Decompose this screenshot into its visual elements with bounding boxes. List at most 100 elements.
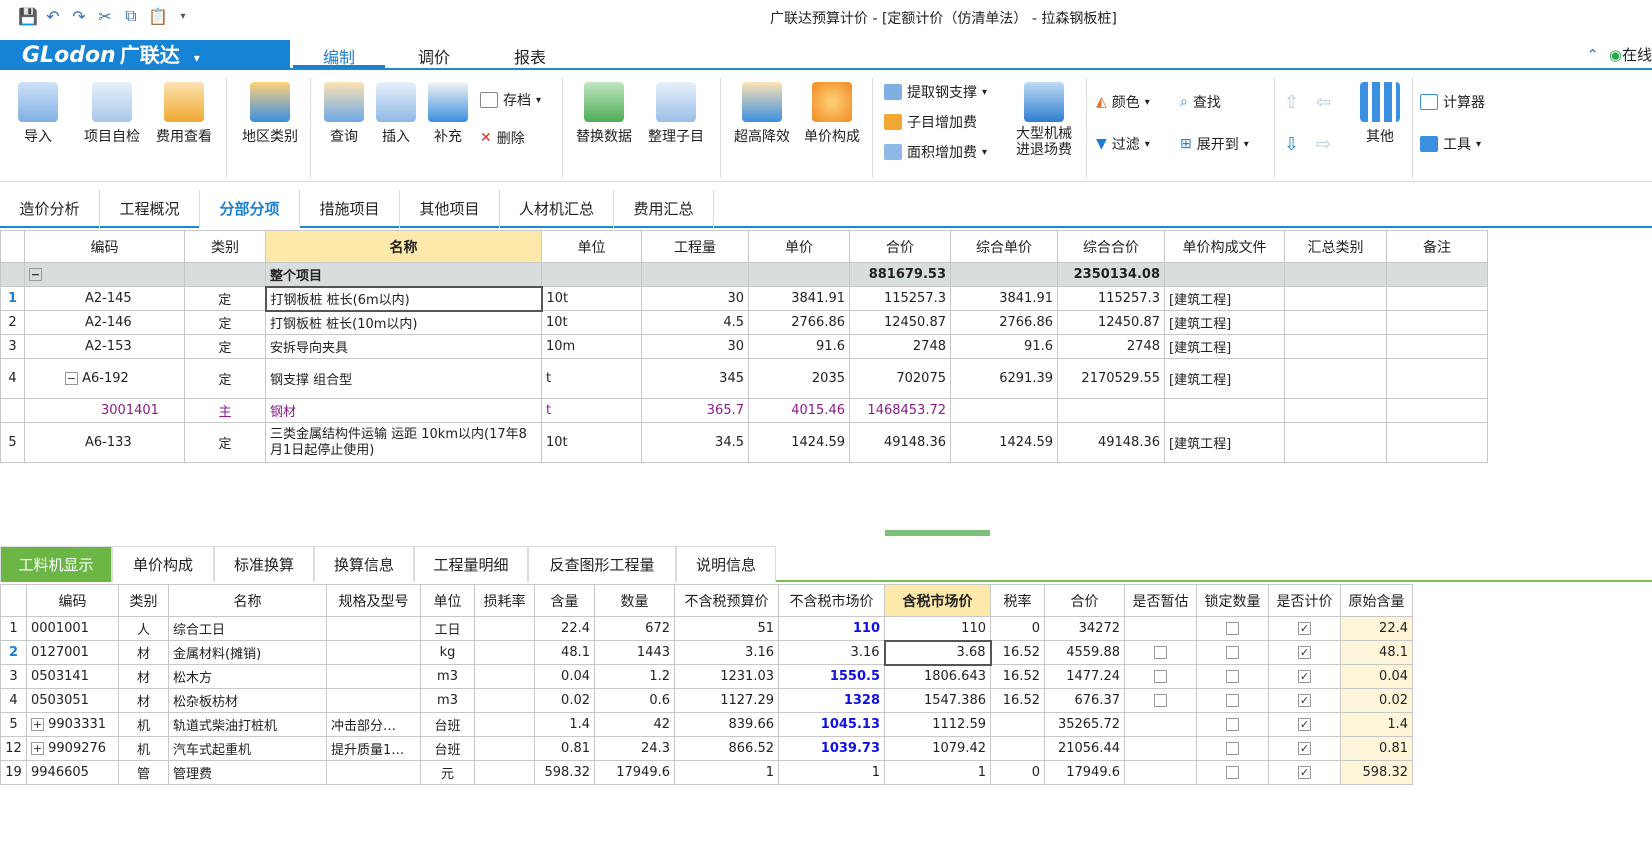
table-row[interactable]: 3001401 主 钢材 t 365.7 4015.46 1468453.72: [0, 398, 1488, 423]
cell-file[interactable]: [建筑工程]: [1164, 310, 1285, 335]
lock-qty-checkbox[interactable]: [1226, 742, 1239, 755]
expand-to-button[interactable]: ⊞ 展开到 ▾: [1180, 134, 1249, 154]
cell-uprice[interactable]: [950, 398, 1058, 423]
cell-priced[interactable]: ✓: [1268, 616, 1341, 641]
cell-name[interactable]: 管理费: [168, 760, 327, 785]
plus-icon[interactable]: +: [31, 742, 44, 755]
cell-content[interactable]: 1.4: [534, 712, 595, 737]
cell-code[interactable]: 0001001: [26, 616, 119, 641]
cell-qty[interactable]: 1443: [594, 640, 675, 665]
cell-original-content[interactable]: 0.02: [1340, 688, 1413, 713]
cell-priced[interactable]: ✓: [1268, 760, 1341, 785]
cell-code[interactable]: 3001401: [24, 398, 185, 423]
cell-qty[interactable]: 1.2: [594, 664, 675, 689]
cell-budget-price[interactable]: 839.66: [674, 712, 779, 737]
app-logo-menu[interactable]: GLodon 广联达 ▾: [0, 40, 290, 70]
cell[interactable]: [1284, 422, 1387, 463]
cell-provisional[interactable]: [1124, 760, 1197, 785]
minus-icon[interactable]: −: [29, 268, 42, 281]
cell-name[interactable]: 金属材料(摊销): [168, 640, 327, 665]
cell-code[interactable]: A2-145: [24, 286, 185, 311]
row-number[interactable]: 2: [0, 640, 27, 665]
cell-market-price[interactable]: 1: [778, 760, 885, 785]
cell-price[interactable]: 2035: [748, 358, 850, 399]
supplement-button[interactable]: 补充: [424, 82, 472, 146]
cell-code[interactable]: + 9909276: [26, 736, 119, 761]
tools-button[interactable]: 工具 ▾: [1420, 134, 1481, 154]
cell-provisional[interactable]: [1124, 616, 1197, 641]
cell-amount[interactable]: 702075: [849, 358, 951, 399]
cut-icon[interactable]: ✂: [96, 7, 114, 26]
import-button[interactable]: 导入: [14, 82, 62, 146]
cell-market-price[interactable]: 1550.5: [778, 664, 885, 689]
row-number[interactable]: 3: [0, 334, 25, 359]
col-header[interactable]: 综合合价: [1057, 230, 1165, 263]
priced-checkbox[interactable]: ✓: [1298, 766, 1311, 779]
table-row[interactable]: 4 − A6-192 定 钢支撑 组合型 t 345 2035 702075 6…: [0, 358, 1488, 399]
tab-other-items[interactable]: 其他项目: [400, 190, 500, 228]
table-row[interactable]: 12 + 9909276 机 汽车式起重机 提升质量1… 台班 0.81 24.…: [0, 736, 1413, 761]
cell-priced[interactable]: ✓: [1268, 640, 1341, 665]
lock-qty-checkbox[interactable]: [1226, 622, 1239, 635]
calculator-button[interactable]: 计算器: [1420, 92, 1485, 112]
cell-budget-price[interactable]: 51: [674, 616, 779, 641]
cell-qty[interactable]: 345: [641, 358, 749, 399]
cell-unit[interactable]: 10t: [541, 286, 642, 311]
row-number[interactable]: 4: [0, 688, 27, 713]
col-header[interactable]: 损耗率: [474, 584, 535, 617]
cell[interactable]: [1386, 358, 1488, 399]
minus-icon[interactable]: −: [65, 372, 78, 385]
cell-type[interactable]: 管: [118, 760, 169, 785]
cell-price[interactable]: 91.6: [748, 334, 850, 359]
tab-edit[interactable]: 编制: [293, 42, 386, 68]
cell-type[interactable]: 材: [118, 688, 169, 713]
col-header[interactable]: 名称: [265, 230, 542, 263]
col-header[interactable]: 单价构成文件: [1164, 230, 1285, 263]
cell-uamount[interactable]: 115257.3: [1057, 286, 1165, 311]
cell-qty[interactable]: 24.3: [594, 736, 675, 761]
tab-report[interactable]: 报表: [514, 44, 546, 68]
col-header[interactable]: 合价: [1044, 584, 1125, 617]
collapse-toggle[interactable]: −: [24, 262, 185, 287]
cell-priced[interactable]: ✓: [1268, 688, 1341, 713]
lock-qty-checkbox[interactable]: [1226, 646, 1239, 659]
cell-name[interactable]: 安拆导向夹具: [265, 334, 542, 359]
cell-name[interactable]: 打钢板桩 桩长(10m以内): [265, 310, 542, 335]
cell-type[interactable]: 材: [118, 640, 169, 665]
cell-amount[interactable]: 115257.3: [849, 286, 951, 311]
cell-uprice[interactable]: 2766.86: [950, 310, 1058, 335]
cell-uprice[interactable]: 91.6: [950, 334, 1058, 359]
provisional-checkbox[interactable]: [1154, 646, 1167, 659]
tab-description[interactable]: 说明信息: [676, 546, 776, 582]
customize-icon[interactable]: ▾: [174, 11, 192, 22]
lock-qty-checkbox[interactable]: [1226, 694, 1239, 707]
row-number[interactable]: 3: [0, 664, 27, 689]
color-button[interactable]: ◭ 颜色 ▾: [1096, 92, 1150, 112]
priced-checkbox[interactable]: ✓: [1298, 718, 1311, 731]
region-category-button[interactable]: 地区类别: [236, 82, 304, 146]
cell-code[interactable]: A6-133: [24, 422, 185, 463]
pane-splitter[interactable]: [885, 530, 990, 536]
cell-name[interactable]: 汽车式起重机: [168, 736, 327, 761]
cell-code[interactable]: 0503141: [26, 664, 119, 689]
tab-unit-price-composition[interactable]: 单价构成: [112, 546, 214, 582]
row-number[interactable]: 5: [0, 422, 25, 463]
cell-spec[interactable]: [326, 664, 421, 689]
area-fee-button[interactable]: 面积增加费 ▾: [884, 142, 987, 162]
cell[interactable]: [1284, 358, 1387, 399]
tab-project-overview[interactable]: 工程概况: [100, 190, 200, 228]
redo-icon[interactable]: ↷: [70, 7, 88, 26]
table-row[interactable]: 2 0127001 材 金属材料(摊销) kg 48.1 1443 3.16 3…: [0, 639, 1413, 666]
insert-button[interactable]: 插入: [372, 82, 420, 146]
cell-tax-market-price[interactable]: 1079.42: [884, 736, 991, 761]
cell-name[interactable]: 综合工日: [168, 616, 327, 641]
move-left-icon[interactable]: ⇦: [1316, 92, 1331, 113]
find-button[interactable]: ⌕ 查找: [1180, 92, 1221, 112]
cell-qty[interactable]: 17949.6: [594, 760, 675, 785]
cell-type[interactable]: 定: [184, 358, 266, 399]
cell-amount[interactable]: 12450.87: [849, 310, 951, 335]
cell-budget-price[interactable]: 866.52: [674, 736, 779, 761]
cell-provisional[interactable]: [1124, 712, 1197, 737]
cell[interactable]: [1386, 310, 1488, 335]
cell-name[interactable]: 钢材: [265, 398, 542, 423]
